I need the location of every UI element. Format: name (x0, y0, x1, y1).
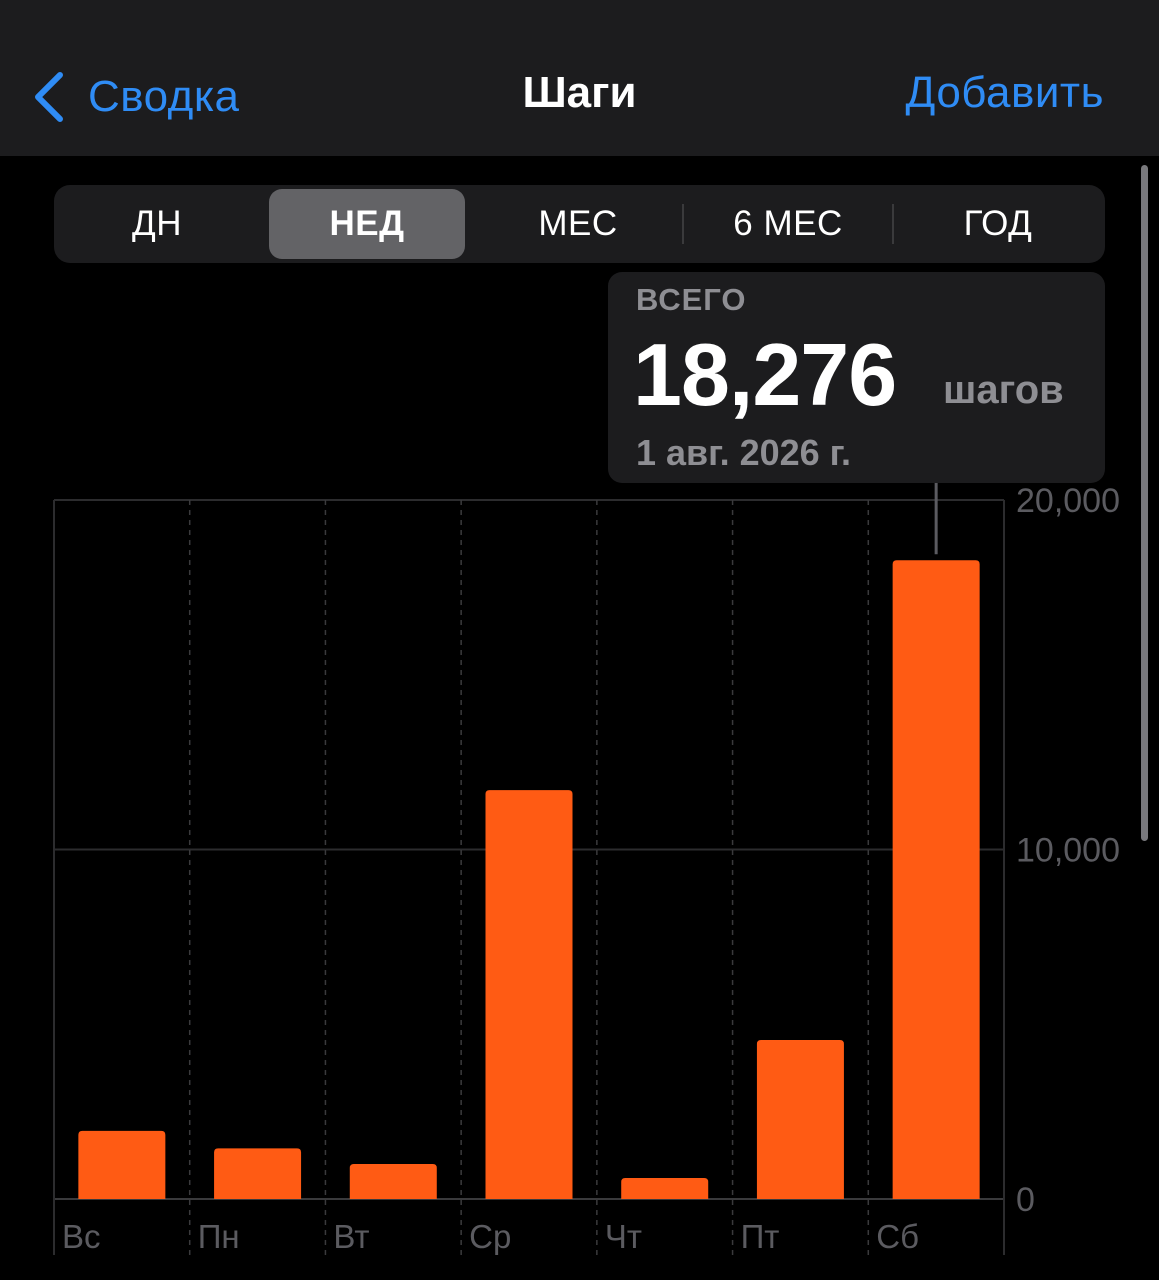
y-tick-label: 20,000 (1016, 482, 1120, 520)
selection-tooltip: ВСЕГО 18,276 шагов 1 авг. 2026 г. (608, 272, 1105, 483)
tooltip-label: ВСЕГО (636, 282, 747, 317)
tooltip-value: 18,276 (633, 325, 897, 424)
bar-0[interactable] (78, 1130, 166, 1199)
scrollbar[interactable] (1141, 165, 1148, 841)
y-tick-label: 0 (1016, 1181, 1035, 1219)
steps-bar-chart[interactable]: 20,000 10,000 0 Вс Пн Вт Ср Чт Пт Сб (0, 0, 1159, 1280)
x-tick-label: Сб (876, 1218, 919, 1255)
x-tick-label: Вт (333, 1218, 369, 1255)
bar-1[interactable] (214, 1148, 302, 1199)
x-tick-label: Вс (62, 1218, 101, 1255)
y-tick-label: 10,000 (1016, 832, 1120, 870)
bar-5[interactable] (756, 1039, 844, 1199)
bar-2[interactable] (349, 1164, 437, 1199)
x-tick-label: Пт (741, 1218, 780, 1255)
x-tick-label: Пн (198, 1218, 240, 1255)
tooltip-unit: шагов (943, 368, 1064, 412)
x-tick-label: Ср (469, 1218, 511, 1255)
x-tick-label: Чт (605, 1218, 642, 1255)
tooltip-date: 1 авг. 2026 г. (636, 432, 852, 473)
bar-3[interactable] (485, 790, 573, 1199)
bar-6[interactable] (892, 560, 980, 1199)
bar-4[interactable] (621, 1178, 709, 1199)
